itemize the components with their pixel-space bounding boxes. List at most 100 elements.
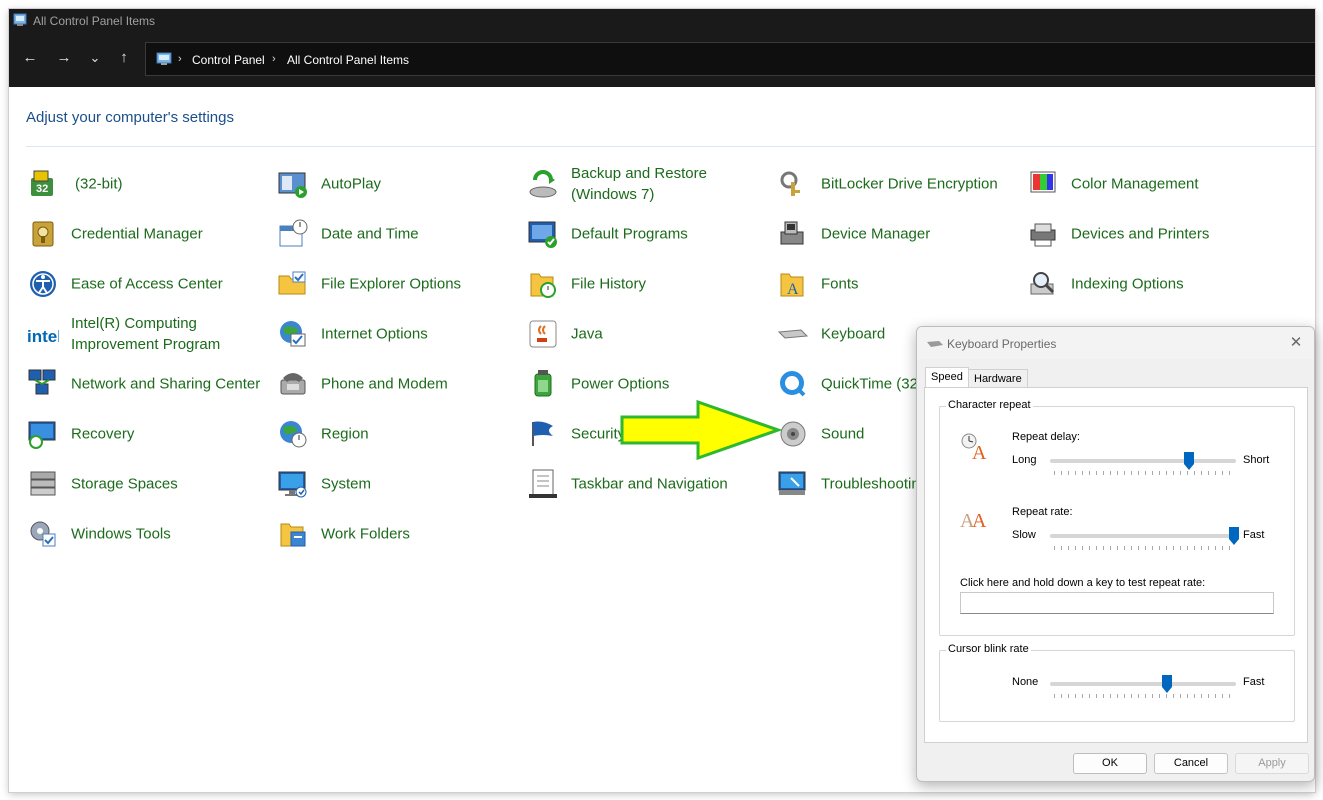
control-panel-item[interactable]: Ease of Access Center (27, 262, 272, 306)
control-panel-item[interactable]: A Fonts (777, 262, 1022, 306)
ease-of-access-icon (30, 271, 56, 297)
control-panel-icon (13, 13, 27, 26)
control-panel-item[interactable]: Network and Sharing Center (27, 362, 272, 406)
control-panel-icon (156, 52, 172, 65)
character-repeat-group: Character repeat A Repeat delay: Long Sh… (939, 399, 1295, 636)
close-button[interactable]: ✕ (1288, 335, 1304, 351)
forward-button[interactable]: → (53, 47, 75, 69)
item-label: Devices and Printers (1071, 225, 1210, 243)
control-panel-item[interactable]: AutoPlay (277, 162, 522, 206)
navigation-bar: ← → ⌄ ↑ › Control Panel › All Control Pa… (9, 33, 1315, 87)
control-panel-item[interactable]: Phone and Modem (277, 362, 522, 406)
repeat-rate-track (1050, 534, 1236, 538)
arrow-annotation (620, 400, 782, 460)
control-panel-item[interactable]: intel Intel(R) Computing Improvement Prog… (27, 312, 272, 356)
file-history-icon (530, 273, 556, 298)
control-panel-item[interactable]: File History (527, 262, 772, 306)
keyboard-properties-dialog: Keyboard Properties ✕ Speed Hardware Cha… (916, 326, 1315, 782)
fonts-icon: A (780, 273, 804, 298)
control-panel-item[interactable]: Recovery (27, 412, 272, 456)
back-button[interactable]: ← (19, 47, 41, 69)
chevron-right-icon: › (178, 53, 182, 65)
control-panel-item[interactable]: Region (277, 412, 522, 456)
address-bar[interactable]: › Control Panel › All Control Panel Item… (145, 42, 1315, 76)
control-panel-item[interactable]: BitLocker Drive Encryption (777, 162, 1022, 206)
intel-icon: intel (27, 327, 59, 346)
control-panel-item[interactable]: Taskbar and Navigation (527, 462, 772, 506)
speed-tab-panel: Character repeat A Repeat delay: Long Sh… (924, 387, 1308, 743)
region-icon (280, 421, 307, 448)
control-panel-item[interactable]: Work Folders (277, 512, 522, 556)
indexing-options-icon (1030, 272, 1055, 295)
control-panel-item[interactable]: 32 (32-bit) (27, 162, 272, 206)
svg-text:A: A (972, 510, 987, 531)
control-panel-item[interactable]: Date and Time (277, 212, 522, 256)
repeat-rate-label: Repeat rate: (1012, 506, 1073, 518)
control-panel-item[interactable]: Storage Spaces (27, 462, 272, 506)
item-label: Recovery (71, 425, 135, 443)
tab-hardware[interactable]: Hardware (968, 369, 1028, 389)
storage-spaces-icon (30, 471, 56, 496)
power-options-icon (534, 370, 552, 397)
item-label: Default Programs (571, 225, 688, 243)
item-label: Network and Sharing Center (71, 375, 261, 393)
test-repeat-input[interactable] (960, 592, 1274, 614)
window-title: All Control Panel Items (33, 14, 156, 28)
repeat-rate-slider[interactable] (1229, 527, 1239, 545)
divider (26, 146, 1315, 147)
control-panel-item[interactable]: Devices and Printers (1027, 212, 1272, 256)
control-panel-item[interactable]: Credential Manager (27, 212, 272, 256)
internet-options-icon (280, 321, 306, 347)
control-panel-item[interactable]: File Explorer Options (277, 262, 522, 306)
bitlocker-icon (780, 171, 800, 196)
repeat-delay-slider[interactable] (1184, 452, 1194, 470)
control-panel-item[interactable]: Default Programs (527, 212, 772, 256)
repeat-rate-max-label: Fast (1243, 529, 1265, 541)
breadcrumb-control-panel[interactable]: Control Panel (192, 53, 265, 67)
tab-speed[interactable]: Speed (925, 367, 969, 388)
control-panel-item[interactable]: Backup and Restore (Windows 7) (527, 162, 772, 206)
keyboard-icon (927, 341, 943, 347)
svg-text:intel: intel (27, 327, 59, 346)
dialog-title: Keyboard Properties (947, 337, 1057, 351)
item-label: Region (321, 425, 369, 443)
recent-locations-button[interactable]: ⌄ (84, 47, 106, 69)
item-label: System (321, 475, 372, 493)
repeat-delay-max-label: Short (1243, 454, 1270, 466)
control-panel-item[interactable]: Device Manager (777, 212, 1022, 256)
cursor-blink-ticks (1054, 694, 1234, 698)
repeat-rate-ticks (1054, 546, 1234, 550)
svg-text:32: 32 (36, 183, 48, 195)
java-icon (529, 320, 557, 348)
network-sharing-icon (28, 369, 56, 395)
control-panel-item[interactable]: Windows Tools (27, 512, 272, 556)
keyboard-icon (777, 329, 809, 339)
item-label: Date and Time (321, 225, 419, 243)
dialog-title-bar: Keyboard Properties ✕ (917, 327, 1314, 359)
up-button[interactable]: ↑ (113, 47, 135, 69)
item-label: BitLocker Drive Encryption (821, 175, 998, 193)
control-panel-item[interactable]: Color Management (1027, 162, 1272, 206)
group-label: Cursor blink rate (946, 643, 1031, 655)
item-label: Storage Spaces (71, 475, 178, 493)
repeat-delay-icon: A (961, 433, 987, 461)
apply-button[interactable]: Apply (1235, 753, 1309, 774)
item-label: Java (571, 325, 603, 343)
control-panel-item[interactable]: System (277, 462, 522, 506)
ok-button[interactable]: OK (1073, 753, 1147, 774)
devices-printers-icon (1030, 223, 1056, 247)
chevron-right-icon: › (272, 53, 276, 65)
cursor-blink-min-label: None (1012, 676, 1039, 688)
item-label: Credential Manager (71, 225, 203, 243)
repeat-delay-min-label: Long (1012, 454, 1037, 466)
control-panel-item[interactable]: Java (527, 312, 772, 356)
taskbar-icon (529, 469, 557, 498)
breadcrumb-all-items[interactable]: All Control Panel Items (287, 53, 409, 67)
repeat-delay-ticks (1054, 471, 1234, 475)
cancel-button[interactable]: Cancel (1154, 753, 1228, 774)
item-label: Intel(R) Computing Improvement Program (71, 315, 221, 353)
cursor-blink-slider[interactable] (1162, 675, 1173, 693)
control-panel-item[interactable]: Internet Options (277, 312, 522, 356)
page-title: Adjust your computer's settings (26, 109, 234, 126)
control-panel-item[interactable]: Indexing Options (1027, 262, 1272, 306)
